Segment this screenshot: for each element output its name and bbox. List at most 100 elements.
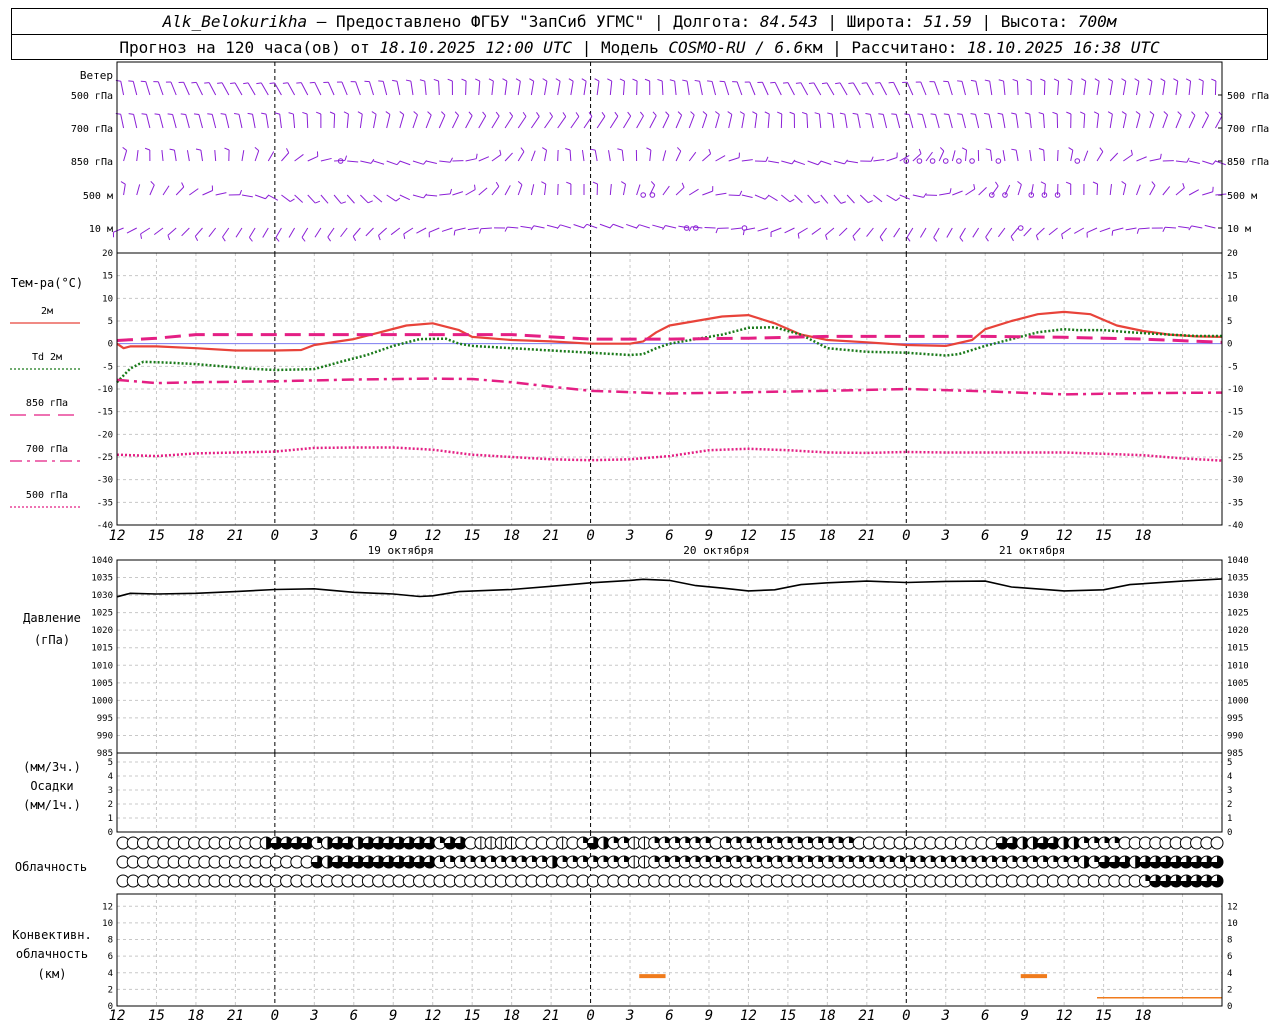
- press-unit: (гПа): [34, 633, 70, 647]
- conv-tick-right: 8: [1227, 936, 1232, 946]
- wind-barb-staff: [390, 227, 401, 236]
- time-tick-label-bottom: 18: [819, 1008, 836, 1024]
- conv-label-unit: (км): [38, 967, 67, 981]
- wind-barb-staff: [919, 227, 927, 238]
- temp-tick-left: -25: [97, 453, 113, 463]
- wind-barb-staff: [906, 82, 914, 96]
- wind-barb-staff: [1112, 227, 1124, 232]
- time-tick-label: 12: [424, 528, 441, 544]
- wind-barb-feather: [1026, 78, 1032, 82]
- wind-barb-feather: [789, 198, 795, 203]
- wind-barb-staff: [846, 194, 855, 204]
- wind-barb-staff: [594, 150, 598, 162]
- time-tick-label: 21: [227, 528, 244, 544]
- wind-barb-feather: [315, 200, 321, 204]
- wind-barb-feather: [234, 113, 240, 115]
- wind-barb-feather: [1163, 111, 1168, 116]
- wind-barb-feather: [652, 111, 657, 116]
- wind-barb-staff: [327, 227, 335, 238]
- wind-barb-staff: [1057, 81, 1060, 96]
- wind-barb-staff: [368, 81, 374, 96]
- wind-barb-feather: [702, 111, 708, 116]
- wind-barb-feather: [959, 237, 964, 242]
- precip-tick-left: 5: [108, 758, 113, 768]
- wind-barb-feather: [181, 182, 185, 188]
- press-tick-left: 1015: [91, 644, 113, 654]
- wind-barb-staff: [126, 227, 137, 234]
- wind-barb-feather: [1093, 111, 1099, 115]
- wind-barb-staff: [1061, 227, 1072, 235]
- wind-barb-staff: [1122, 81, 1127, 96]
- wind-barb-staff: [198, 114, 203, 129]
- temp-tick-left: 20: [102, 249, 113, 259]
- wind-barb-feather: [690, 111, 695, 116]
- wind-barb-staff: [300, 82, 309, 96]
- wind-barb-staff: [818, 114, 822, 129]
- wind-barb-feather: [994, 181, 999, 187]
- wind-barb-staff: [1017, 184, 1022, 196]
- wind-barb-feather: [478, 228, 482, 234]
- wind-barb-staff: [730, 227, 742, 230]
- wind-barb-staff: [378, 227, 388, 236]
- wind-barb-feather: [495, 181, 500, 187]
- wind-barb-feather: [316, 111, 322, 115]
- wind-barb-staff: [287, 82, 296, 96]
- press-tick-right: 1000: [1227, 696, 1249, 706]
- wind-barb-staff: [686, 81, 690, 96]
- wind-barb-staff: [599, 223, 611, 229]
- time-tick-label: 15: [148, 528, 165, 544]
- time-tick-label: 6: [350, 528, 358, 544]
- wind-barb-feather: [230, 82, 236, 85]
- wind-barb-feather: [515, 78, 521, 82]
- wind-barb-staff: [1188, 189, 1200, 196]
- wind-barb-staff: [162, 185, 170, 196]
- wind-barb-staff: [403, 227, 414, 235]
- wind-barb-feather: [1121, 181, 1127, 185]
- precip-tick-right: 5: [1227, 758, 1232, 768]
- wind-level-label-left: 500 м: [83, 191, 113, 202]
- wind-barb-feather: [261, 112, 267, 115]
- conv-tick-left: 2: [108, 985, 113, 995]
- time-tick-label-bottom: 3: [309, 1008, 318, 1024]
- conv-tick-right: 0: [1227, 1002, 1232, 1012]
- time-tick-label-bottom: 12: [109, 1008, 126, 1024]
- wind-barb-staff: [1164, 226, 1176, 229]
- wind-barb-feather: [195, 148, 202, 151]
- wind-barb-staff: [1048, 227, 1058, 236]
- wind-barb-staff: [990, 150, 993, 162]
- wind-barb-staff: [811, 227, 822, 235]
- wind-barb-staff: [1096, 81, 1100, 96]
- temp-legend-label: 500 гПа: [26, 490, 68, 501]
- panel-frame-0: [116, 61, 1223, 254]
- wind-barb-feather: [1092, 181, 1098, 185]
- wind-barb-feather: [839, 112, 845, 115]
- wind-barb-staff: [208, 82, 217, 96]
- wind-barb-staff: [454, 227, 466, 231]
- wind-barb-staff: [951, 150, 956, 162]
- wind-barb-feather: [1177, 111, 1182, 116]
- wind-barb-feather: [715, 228, 719, 234]
- wind-barb-staff: [893, 82, 901, 96]
- wind-barb-staff: [728, 157, 740, 162]
- wind-barb-feather: [583, 223, 588, 229]
- wind-barb-staff: [1175, 187, 1185, 196]
- wind-barb-staff: [352, 227, 361, 237]
- wind-barb-staff: [767, 194, 778, 202]
- wind-barb-feather: [499, 149, 502, 155]
- wind-barb-feather: [707, 80, 713, 82]
- time-tick-label: 0: [902, 528, 910, 544]
- wind-barb-feather: [169, 148, 175, 151]
- wind-barb-feather: [454, 111, 459, 116]
- wind-barb-staff: [1004, 184, 1011, 196]
- wind-barb-staff: [838, 227, 848, 237]
- wind-barb-feather: [789, 111, 795, 115]
- press-tick-right: 1035: [1227, 574, 1249, 584]
- wind-barb-feather: [468, 111, 473, 116]
- temp-tick-right: 20: [1227, 249, 1238, 259]
- time-tick-label: 9: [705, 528, 713, 544]
- wind-barb-staff: [120, 114, 125, 129]
- wind-barb-staff: [254, 194, 266, 200]
- time-tick-label: 6: [981, 528, 989, 544]
- wind-barb-feather: [627, 111, 632, 117]
- wind-barb-staff: [426, 194, 438, 197]
